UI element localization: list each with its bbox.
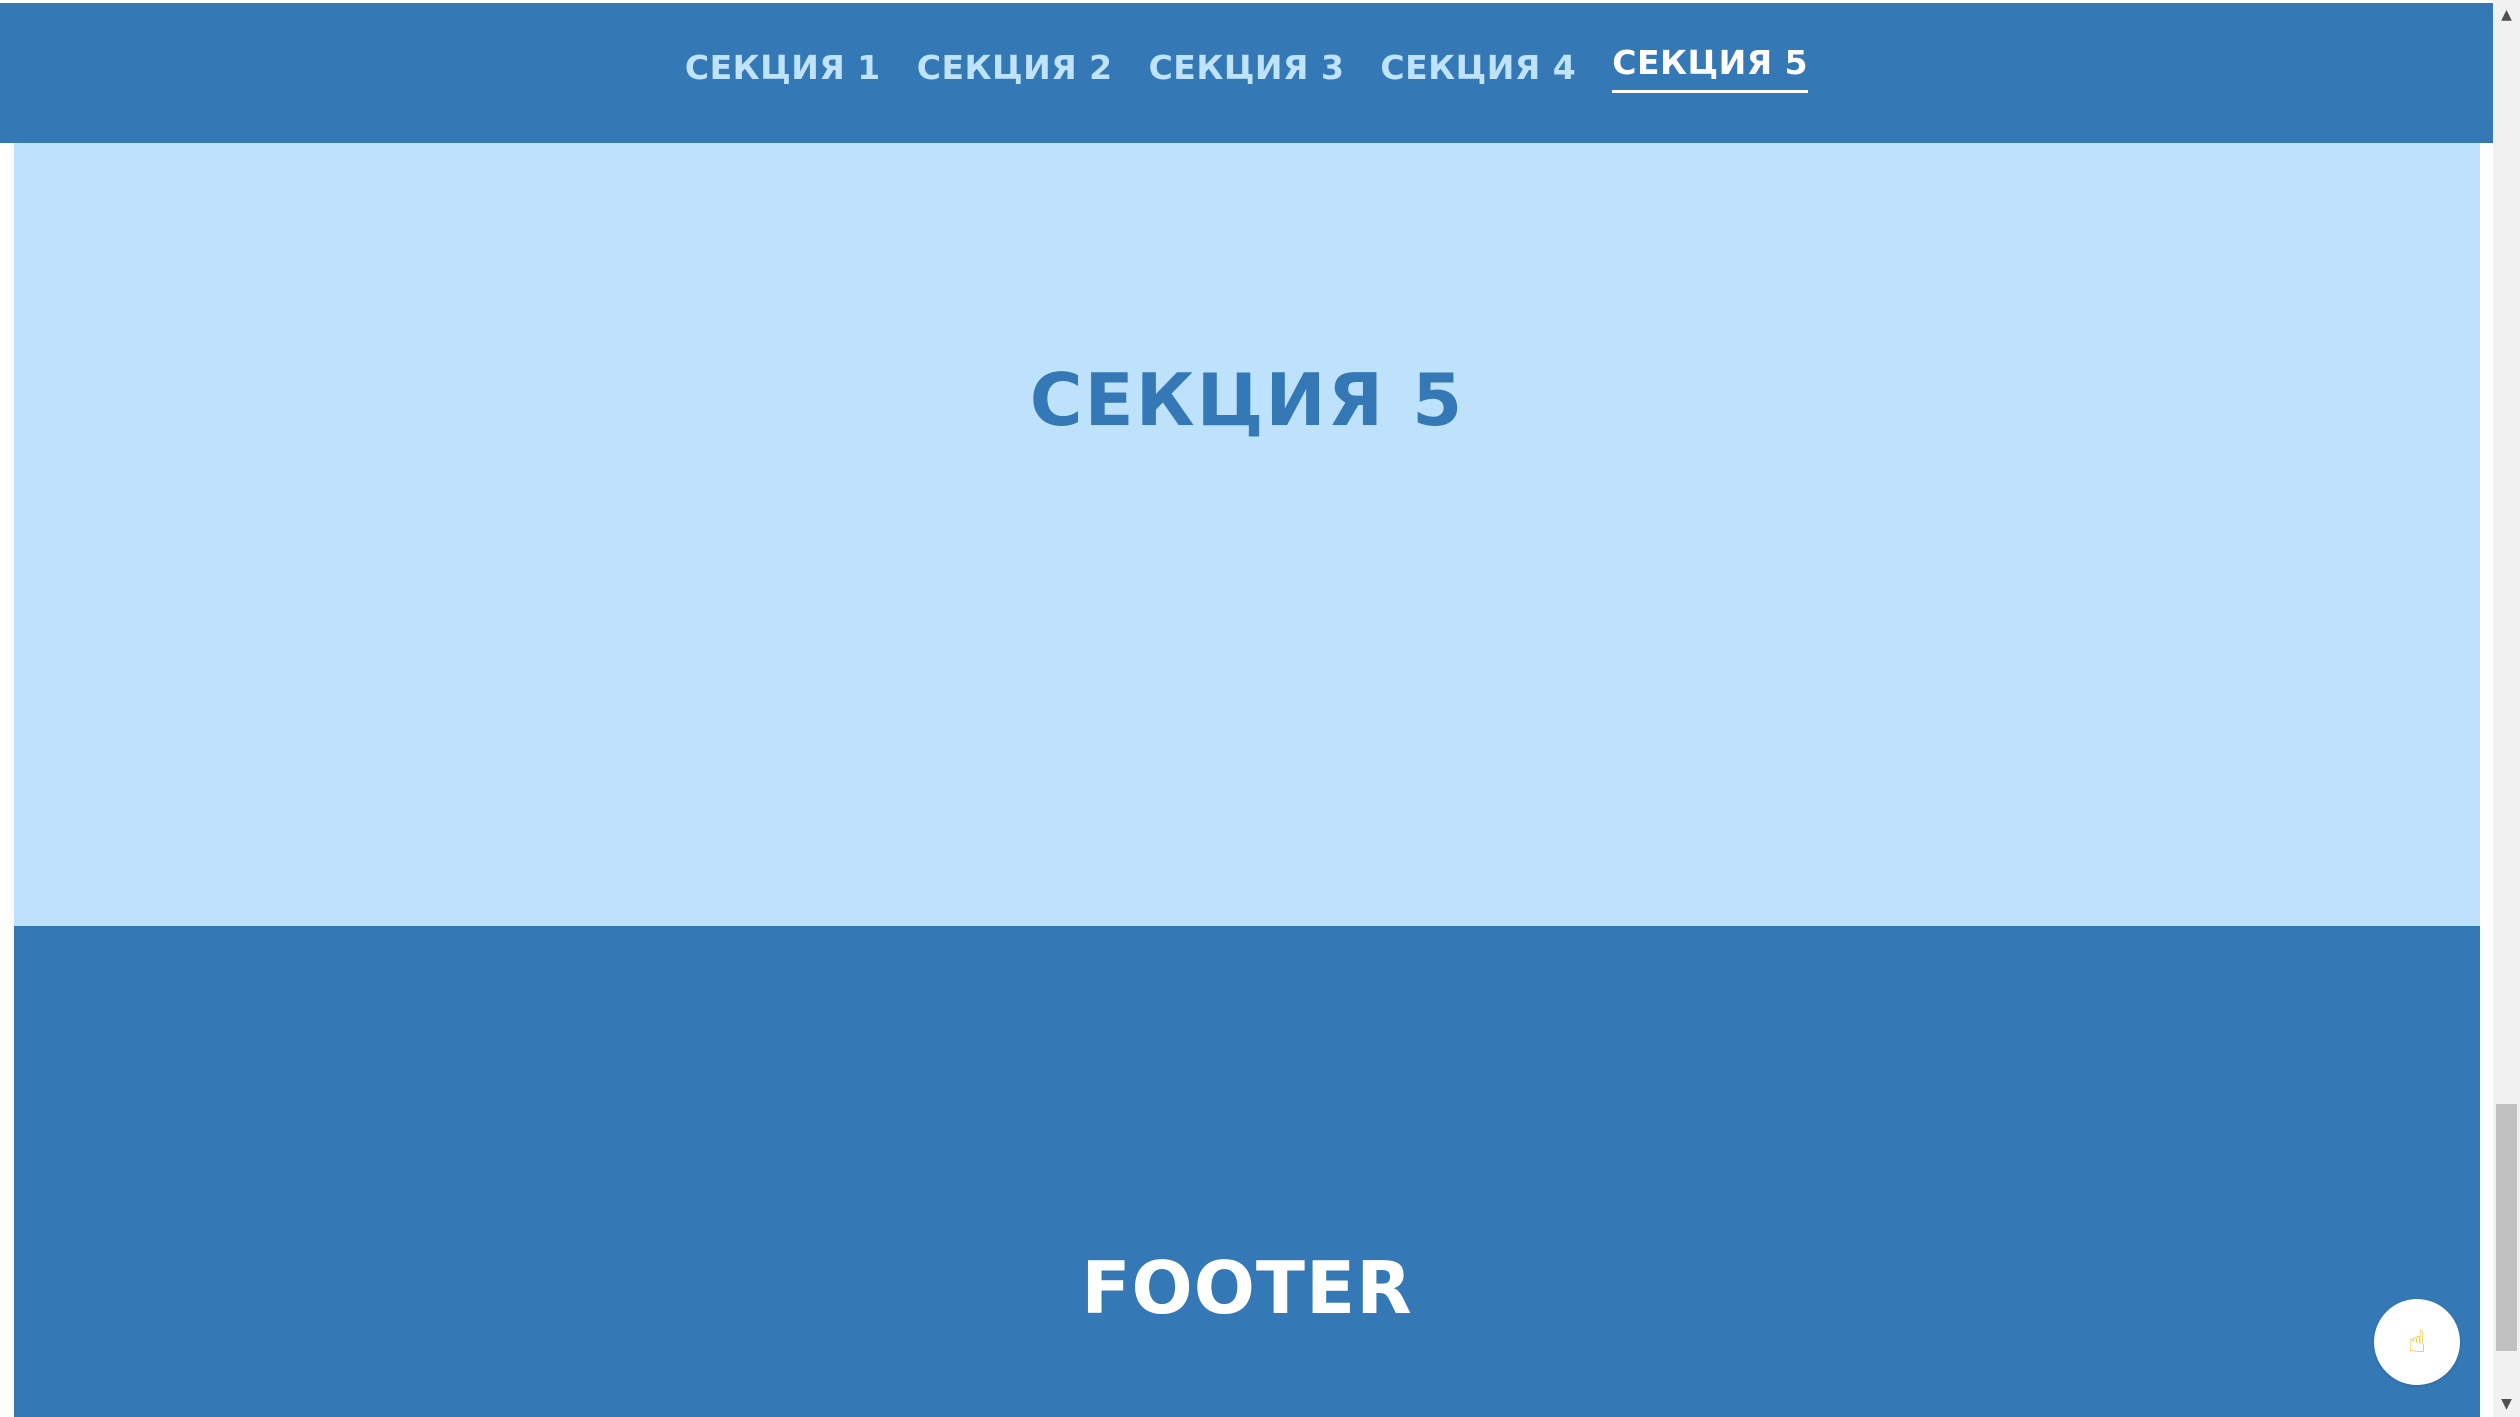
page: СЕКЦИЯ 1 СЕКЦИЯ 2 СЕКЦИЯ 3 СЕКЦИЯ 4 СЕКЦ… [0,0,2520,1417]
scroll-up-arrow-icon[interactable]: ▲ [2493,4,2520,26]
site-footer: FOOTER [14,926,2480,1417]
footer-title: FOOTER [1081,1246,1413,1330]
vertical-scrollbar[interactable]: ▲ ▼ [2493,0,2520,1417]
nav-link-section-5[interactable]: СЕКЦИЯ 5 [1612,43,1809,93]
nav-link-section-4[interactable]: СЕКЦИЯ 4 [1380,48,1576,98]
nav-link-section-3[interactable]: СЕКЦИЯ 3 [1149,48,1345,98]
scrollbar-thumb[interactable] [2496,1104,2517,1351]
pointing-up-hand-icon: ☝ [2407,1324,2427,1360]
page-left-margin [0,0,14,1417]
nav-link-section-1[interactable]: СЕКЦИЯ 1 [685,48,881,98]
section-5: СЕКЦИЯ 5 [14,143,2480,926]
site-header: СЕКЦИЯ 1 СЕКЦИЯ 2 СЕКЦИЯ 3 СЕКЦИЯ 4 СЕКЦ… [0,3,2493,143]
main-nav: СЕКЦИЯ 1 СЕКЦИЯ 2 СЕКЦИЯ 3 СЕКЦИЯ 4 СЕКЦ… [0,3,2493,143]
section-title: СЕКЦИЯ 5 [1029,358,1465,442]
scroll-down-arrow-icon[interactable]: ▼ [2493,1393,2520,1415]
page-right-margin [2480,143,2493,1417]
nav-link-section-2[interactable]: СЕКЦИЯ 2 [917,48,1113,98]
scroll-to-top-button[interactable]: ☝ [2374,1299,2460,1385]
